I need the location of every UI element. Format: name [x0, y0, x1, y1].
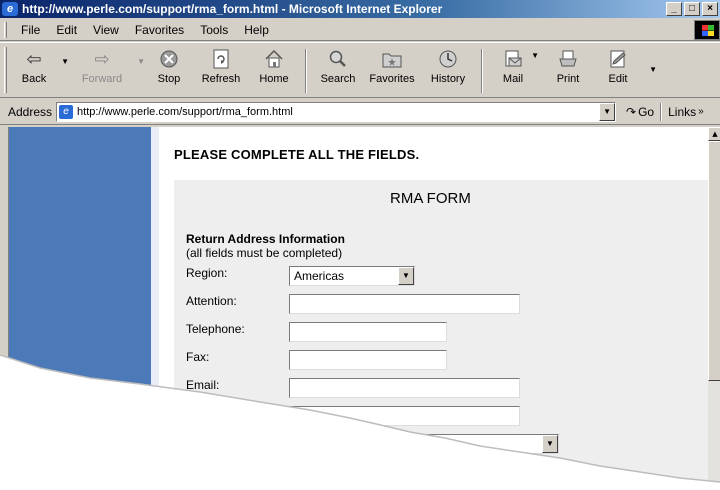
refresh-icon [209, 48, 233, 70]
maximize-button[interactable]: □ [684, 2, 700, 16]
history-label: History [430, 73, 466, 85]
page-content: PLEASE COMPLETE ALL THE FIELDS. RMA FORM… [8, 127, 708, 490]
address-url[interactable]: http://www.perle.com/support/rma_form.ht… [77, 106, 599, 118]
attention-input[interactable] [289, 294, 520, 314]
home-label: Home [259, 73, 289, 85]
back-label: Back [21, 73, 47, 85]
email-label: Email: [186, 378, 220, 392]
page-notice: PLEASE COMPLETE ALL THE FIELDS. [174, 147, 420, 162]
refresh-button[interactable]: Refresh [193, 43, 249, 97]
address-dropdown-icon[interactable]: ▼ [599, 102, 616, 121]
left-navigation-column [9, 127, 151, 490]
attention-label: Attention: [186, 294, 237, 308]
favorites-label: Favorites [369, 73, 415, 85]
back-dropdown-icon[interactable]: ▼ [61, 57, 69, 66]
favorites-button[interactable]: Favorites [363, 43, 421, 97]
region-dropdown-icon[interactable]: ▼ [398, 267, 414, 285]
stop-icon [157, 48, 181, 70]
menu-view[interactable]: View [85, 23, 127, 37]
edit-dropdown-icon[interactable]: ▼ [649, 65, 657, 74]
address-label: Address [8, 104, 53, 119]
search-button[interactable]: Search [313, 43, 363, 97]
edit-button[interactable]: Edit ▼ [593, 43, 657, 97]
menu-grip[interactable] [4, 21, 7, 38]
fax-label: Fax: [186, 350, 210, 364]
home-icon [262, 48, 286, 70]
mail-icon [501, 48, 525, 70]
region-label: Region: [186, 266, 228, 280]
window-title: http://www.perle.com/support/rma_form.ht… [22, 2, 443, 16]
region-selected-value: Americas [294, 269, 345, 283]
refresh-label: Refresh [201, 73, 241, 85]
menu-favorites[interactable]: Favorites [127, 23, 192, 37]
ie-logo-icon: e [2, 2, 18, 16]
next-select[interactable]: ▼ [289, 434, 559, 454]
close-button[interactable]: × [702, 2, 718, 16]
title-bar: e http://www.perle.com/support/rma_form.… [0, 0, 720, 18]
toolbar-grip[interactable] [4, 47, 7, 93]
forward-button[interactable]: ⇨ Forward ▼ [71, 43, 145, 97]
address-input[interactable]: e http://www.perle.com/support/rma_form.… [56, 101, 617, 122]
home-button[interactable]: Home [249, 43, 299, 97]
section-title: Return Address Information [186, 232, 345, 246]
mail-dropdown-icon[interactable]: ▼ [531, 51, 539, 60]
go-button[interactable]: ↷ Go [626, 105, 654, 119]
go-label: Go [638, 104, 655, 119]
address-bar: Address e http://www.perle.com/support/r… [0, 99, 720, 125]
links-chevron-icon[interactable]: » [698, 106, 704, 117]
links-button[interactable]: Links [668, 105, 696, 119]
printer-icon [556, 48, 580, 70]
print-button[interactable]: Print [543, 43, 593, 97]
section-subtitle: (all fields must be completed) [186, 246, 343, 260]
back-button[interactable]: ⇦ Back ▼ [11, 43, 69, 97]
stop-label: Stop [157, 73, 181, 85]
forward-arrow-icon: ⇨ [94, 48, 110, 69]
history-button[interactable]: History [421, 43, 475, 97]
search-label: Search [320, 73, 356, 85]
links-separator [660, 102, 663, 121]
telephone-input[interactable] [289, 322, 447, 342]
email-input[interactable] [289, 378, 520, 398]
forward-dropdown-icon[interactable]: ▼ [137, 57, 145, 66]
fax-input[interactable] [289, 350, 447, 370]
windows-logo-throbber [694, 20, 720, 40]
menu-help[interactable]: Help [236, 23, 277, 37]
print-label: Print [556, 73, 580, 85]
go-arrow-icon: ↷ [626, 104, 637, 119]
menu-file[interactable]: File [13, 23, 48, 37]
scroll-up-icon[interactable]: ▲ [708, 127, 720, 141]
region-select[interactable]: Americas ▼ [289, 266, 415, 286]
forward-label: Forward [81, 73, 123, 85]
toolbar-separator-2 [481, 49, 483, 93]
form-title: RMA FORM [390, 190, 471, 207]
next-select-dropdown-icon[interactable]: ▼ [542, 435, 558, 453]
search-icon [326, 48, 350, 70]
back-arrow-icon: ⇦ [26, 48, 42, 69]
menu-edit[interactable]: Edit [48, 23, 85, 37]
minimize-button[interactable]: _ [666, 2, 682, 16]
standard-toolbar: ⇦ Back ▼ ⇨ Forward ▼ Stop Refresh Home S… [0, 42, 720, 98]
history-icon [436, 48, 460, 70]
menu-tools[interactable]: Tools [192, 23, 236, 37]
toolbar-separator [305, 49, 307, 93]
vertical-scrollbar[interactable]: ▲ [708, 127, 720, 490]
favorites-folder-icon [380, 48, 404, 70]
windows-flag-icon [702, 25, 714, 36]
mail-button[interactable]: Mail ▼ [489, 43, 539, 97]
edit-label: Edit [608, 73, 628, 85]
scrollbar-thumb[interactable] [708, 141, 720, 381]
rma-form-panel: RMA FORM Return Address Information (all… [174, 180, 708, 490]
menu-bar: File Edit View Favorites Tools Help [0, 19, 720, 41]
left-column-edge [151, 127, 159, 490]
page-icon: e [59, 104, 74, 119]
mail-label: Mail [502, 73, 524, 85]
next-input[interactable] [289, 406, 520, 426]
stop-button[interactable]: Stop [145, 43, 193, 97]
edit-page-icon [606, 48, 630, 70]
telephone-label: Telephone: [186, 322, 245, 336]
window-controls: _ □ × [666, 2, 718, 16]
